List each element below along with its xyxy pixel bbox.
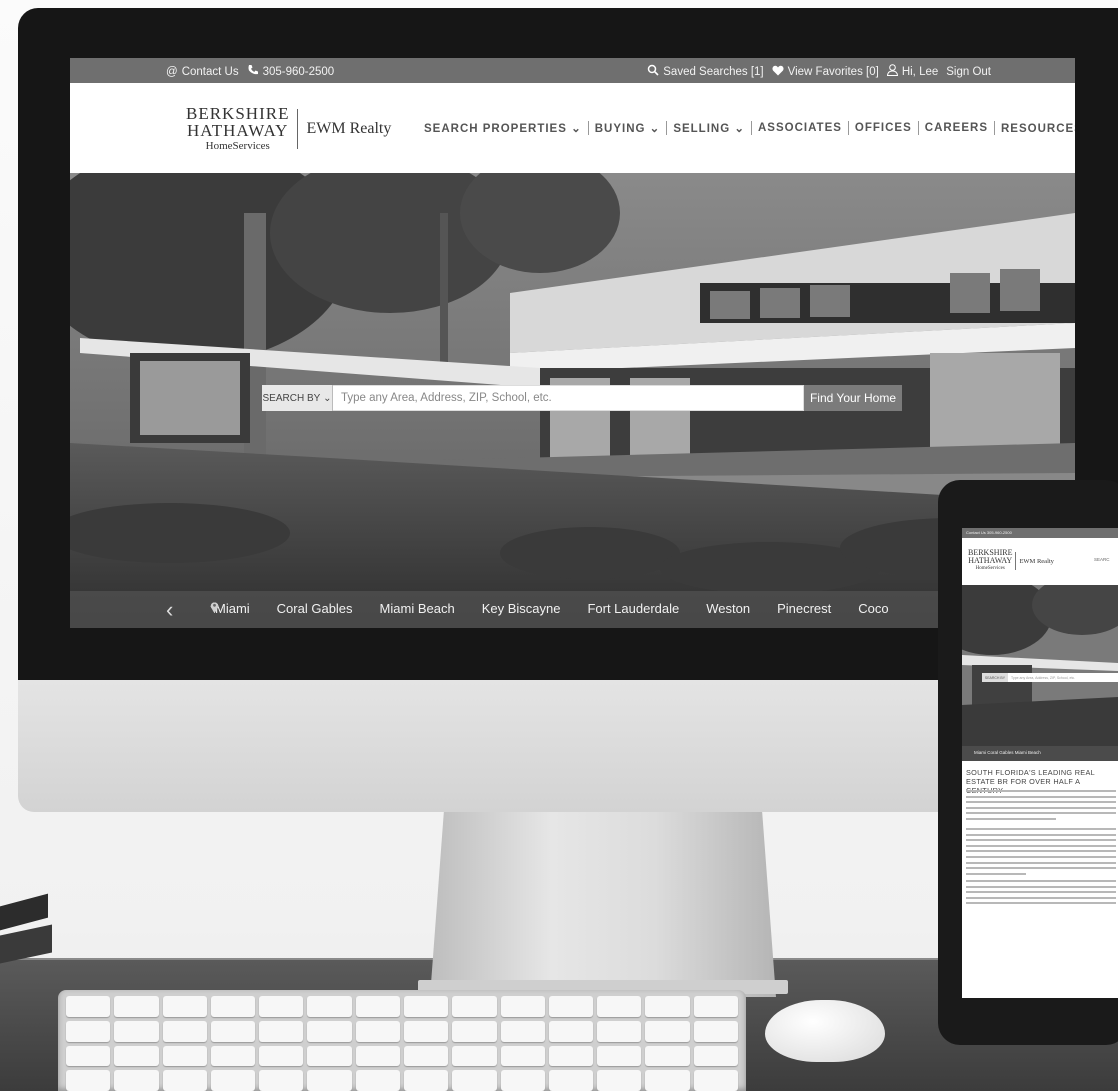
- search-input[interactable]: Type any Area, Address, ZIP, School, etc…: [333, 385, 804, 411]
- city-link-coconut-grove[interactable]: Coco: [210, 601, 889, 616]
- contact-label: Contact Us: [181, 65, 239, 78]
- view-favorites-label: View Favorites [0]: [787, 65, 879, 78]
- tablet-city-carousel[interactable]: Miami Coral Gables Miami Beach: [962, 746, 1118, 761]
- logo-divider: [297, 109, 299, 149]
- nav-careers[interactable]: CAREERS: [919, 122, 994, 134]
- phone-link[interactable]: 305-960-2500: [247, 64, 335, 79]
- at-icon: @: [166, 65, 178, 78]
- keyboard-keys: [66, 996, 738, 1091]
- nav-associates[interactable]: ASSOCIATES: [752, 122, 848, 134]
- tablet-screen: Contact Us 305-960-2500 BERKSHIRE HATHAW…: [962, 528, 1118, 998]
- nav-buying[interactable]: BUYING ⌄: [589, 121, 667, 135]
- hero-image: SEARCH BY ⌄ Type any Area, Address, ZIP,…: [70, 173, 1075, 628]
- property-search-form: SEARCH BY ⌄ Type any Area, Address, ZIP,…: [262, 385, 902, 411]
- contact-link[interactable]: @ Contact Us: [166, 66, 239, 78]
- chevron-left-icon[interactable]: ‹: [166, 597, 173, 623]
- heart-icon: [772, 65, 784, 79]
- search-icon: [647, 64, 659, 79]
- city-link-coral-gables[interactable]: Coral Gables: [210, 601, 353, 616]
- find-your-home-button[interactable]: Find Your Home: [804, 385, 902, 411]
- site-header: BERKSHIRE HATHAWAY HomeServices EWM Real…: [70, 83, 1075, 173]
- chevron-down-icon: ⌄: [649, 123, 661, 135]
- view-favorites-link[interactable]: View Favorites [0]: [772, 65, 879, 79]
- sign-out-link[interactable]: Sign Out: [946, 66, 991, 78]
- city-carousel: ‹ Miami Coral Gables Miami Beach Key Bis…: [70, 591, 1075, 628]
- city-link-pinecrest[interactable]: Pinecrest: [210, 601, 831, 616]
- chevron-down-icon: ⌄: [323, 392, 332, 404]
- chevron-down-icon: ⌄: [571, 123, 582, 135]
- city-link-fort-lauderdale[interactable]: Fort Lauderdale: [210, 601, 679, 616]
- nav-resources[interactable]: RESOURCES ⌄: [995, 121, 1075, 135]
- logo-line2: HATHAWAY: [187, 121, 289, 140]
- user-greeting: Hi, Lee: [901, 65, 939, 78]
- logo-partner: EWM Realty: [306, 120, 392, 137]
- main-nav: SEARCH PROPERTIES ⌄ BUYING ⌄ SELLING ⌄ A…: [418, 121, 1075, 135]
- tablet-utility-bar: Contact Us 305-960-2500: [962, 528, 1118, 538]
- user-icon: [886, 64, 898, 79]
- city-link-weston[interactable]: Weston: [210, 601, 750, 616]
- tablet-paragraph-2: [966, 828, 1116, 878]
- utility-bar: @ Contact Us 305-960-2500 Saved Searches…: [70, 58, 1075, 83]
- phone-icon: [247, 64, 259, 79]
- tablet-paragraph-1: [966, 790, 1116, 824]
- brand-logo[interactable]: BERKSHIRE HATHAWAY HomeServices EWM Real…: [186, 105, 391, 153]
- phone-number: 305-960-2500: [262, 65, 335, 78]
- city-link-key-biscayne[interactable]: Key Biscayne: [210, 601, 560, 616]
- logo-line1: BERKSHIRE: [186, 104, 290, 123]
- tablet-hero-image: SEARCH BY Type any Area, Address, ZIP, S…: [962, 585, 1118, 761]
- saved-searches-link[interactable]: Saved Searches [1]: [647, 64, 764, 79]
- user-account-link[interactable]: Hi, Lee: [886, 64, 939, 79]
- imac-stand: [430, 812, 776, 997]
- nav-selling[interactable]: SELLING ⌄: [667, 121, 751, 135]
- mouse: [765, 1000, 885, 1062]
- city-link-miami-beach[interactable]: Miami Beach: [210, 601, 455, 616]
- tablet-search-form[interactable]: SEARCH BY Type any Area, Address, ZIP, S…: [982, 673, 1118, 682]
- saved-searches-label: Saved Searches [1]: [663, 65, 764, 78]
- tablet-paragraph-3: [966, 880, 1116, 908]
- tablet-nav[interactable]: SEARC: [1094, 557, 1110, 562]
- tablet-brand-logo[interactable]: BERKSHIRE HATHAWAY HomeServices EWM Real…: [968, 549, 1054, 573]
- nav-search-properties[interactable]: SEARCH PROPERTIES ⌄: [418, 121, 588, 135]
- chevron-down-icon: ⌄: [734, 123, 745, 135]
- website-screen: @ Contact Us 305-960-2500 Saved Searches…: [70, 58, 1075, 628]
- logo-line3: HomeServices: [205, 140, 270, 152]
- search-by-dropdown[interactable]: SEARCH BY ⌄: [262, 385, 333, 411]
- nav-offices[interactable]: OFFICES: [849, 122, 918, 134]
